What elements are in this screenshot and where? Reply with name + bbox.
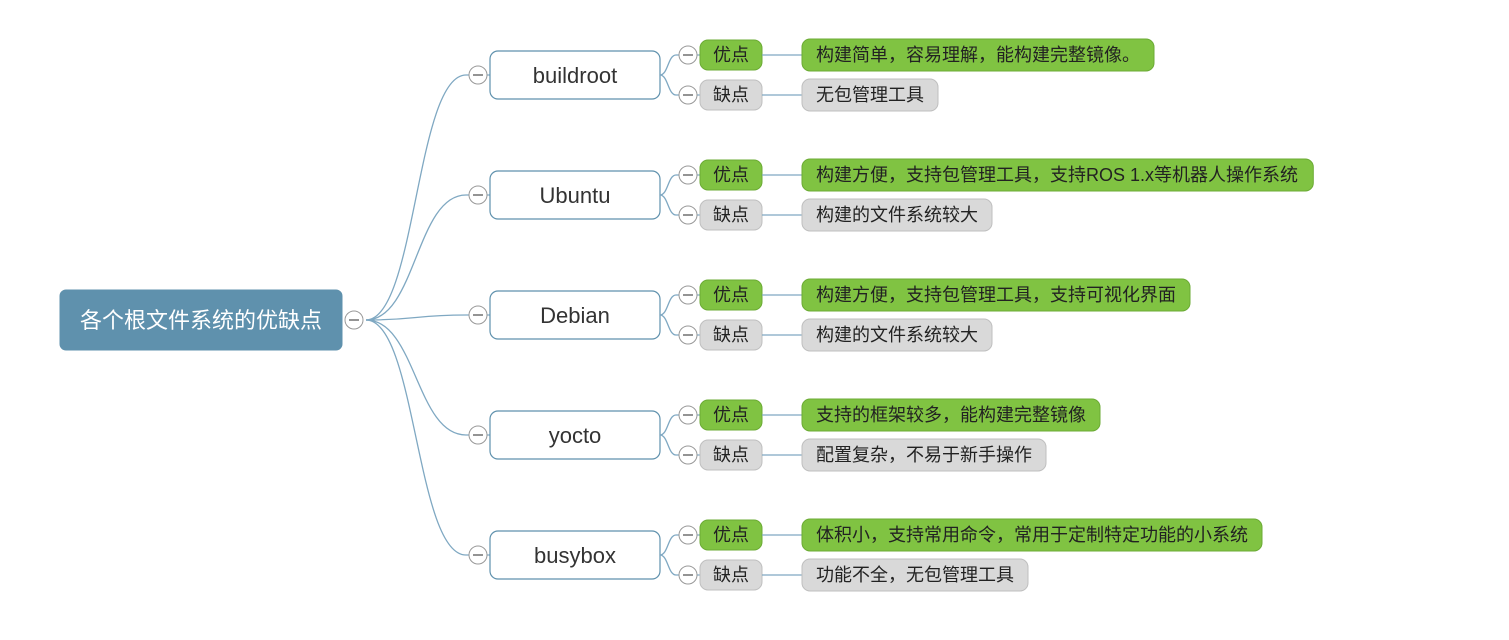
system-buildroot-label: buildroot <box>533 63 617 88</box>
disadvantage-pill-label: 缺点 <box>713 445 749 465</box>
busybox-advantage-text: 体积小，支持常用命令，常用于定制特定功能的小系统 <box>816 525 1248 545</box>
toggle-yocto-advantage[interactable] <box>679 406 697 424</box>
toggle-Debian[interactable] <box>469 306 487 324</box>
advantage-pill-label: 优点 <box>713 165 749 185</box>
toggle-buildroot[interactable] <box>469 66 487 84</box>
Ubuntu-advantage-text: 构建方便，支持包管理工具，支持ROS 1.x等机器人操作系统 <box>816 165 1298 185</box>
toggle-buildroot-disadvantage[interactable] <box>679 86 697 104</box>
system-busybox-label: busybox <box>534 543 616 568</box>
toggle-Ubuntu-disadvantage[interactable] <box>679 206 697 224</box>
buildroot-advantage-text: 构建简单，容易理解，能构建完整镜像。 <box>816 45 1140 65</box>
system-Debian-label: Debian <box>540 303 610 328</box>
Debian-advantage-text: 构建方便，支持包管理工具，支持可视化界面 <box>816 285 1176 305</box>
advantage-pill-label: 优点 <box>713 285 749 305</box>
disadvantage-pill-label: 缺点 <box>713 325 749 345</box>
Ubuntu-disadvantage-text: 构建的文件系统较大 <box>816 205 978 225</box>
toggle-Ubuntu-advantage[interactable] <box>679 166 697 184</box>
toggle-busybox[interactable] <box>469 546 487 564</box>
toggle-Debian-advantage[interactable] <box>679 286 697 304</box>
root-toggle[interactable] <box>345 311 363 329</box>
disadvantage-pill-label: 缺点 <box>713 85 749 105</box>
advantage-pill-label: 优点 <box>713 525 749 545</box>
mindmap: 各个根文件系统的优缺点 buildroot 优点 构建简单，容易理解，能构建完整镜像。… <box>0 0 1509 640</box>
buildroot-disadvantage-text: 无包管理工具 <box>816 85 924 105</box>
busybox-disadvantage-text: 功能不全，无包管理工具 <box>816 565 1014 585</box>
advantage-pill-label: 优点 <box>713 405 749 425</box>
toggle-busybox-advantage[interactable] <box>679 526 697 544</box>
disadvantage-pill-label: 缺点 <box>713 205 749 225</box>
system-Ubuntu-label: Ubuntu <box>540 183 611 208</box>
system-yocto-label: yocto <box>549 423 602 448</box>
root-title: 各个根文件系统的优缺点 <box>80 308 322 333</box>
Debian-disadvantage-text: 构建的文件系统较大 <box>816 325 978 345</box>
yocto-disadvantage-text: 配置复杂，不易于新手操作 <box>816 445 1032 465</box>
toggle-busybox-disadvantage[interactable] <box>679 566 697 584</box>
toggle-Debian-disadvantage[interactable] <box>679 326 697 344</box>
toggle-Ubuntu[interactable] <box>469 186 487 204</box>
advantage-pill-label: 优点 <box>713 45 749 65</box>
toggle-yocto[interactable] <box>469 426 487 444</box>
disadvantage-pill-label: 缺点 <box>713 565 749 585</box>
toggle-yocto-disadvantage[interactable] <box>679 446 697 464</box>
toggle-buildroot-advantage[interactable] <box>679 46 697 64</box>
yocto-advantage-text: 支持的框架较多，能构建完整镜像 <box>816 405 1086 425</box>
